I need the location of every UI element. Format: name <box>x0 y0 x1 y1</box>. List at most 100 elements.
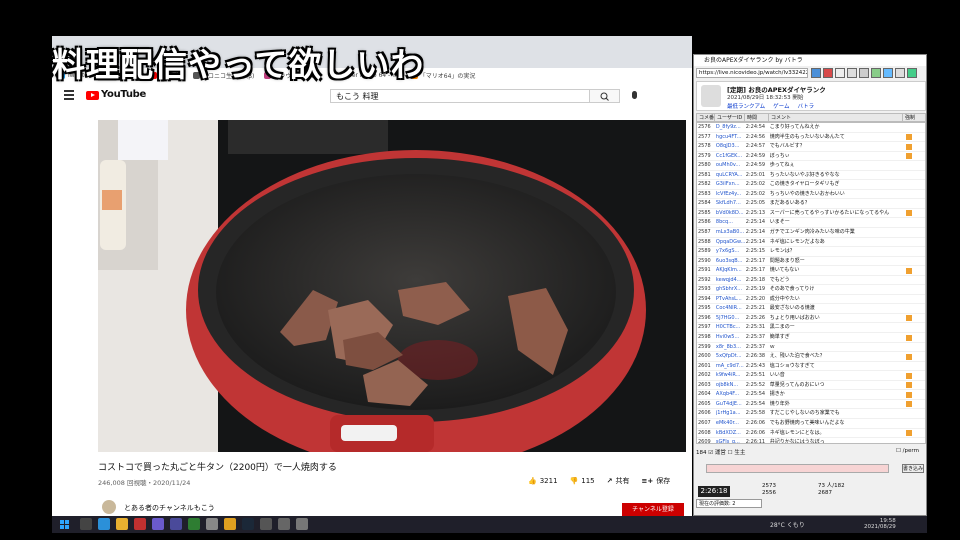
connect-icon[interactable] <box>811 68 821 78</box>
app-icon[interactable] <box>278 518 290 530</box>
comment-row[interactable]: 2607 eMk40r... 2:26:06 でもお野焼肉って美味いんだよな <box>697 419 925 429</box>
list-icon[interactable] <box>859 68 869 78</box>
status-select[interactable]: 現在の評価数: 2 <box>696 499 762 508</box>
comment-time: 2:25:14 <box>745 229 766 236</box>
windows-start-icon[interactable] <box>60 520 69 529</box>
taskbar-clock[interactable]: 19:58 2021/08/29 <box>864 518 896 530</box>
sound-icon[interactable] <box>895 68 905 78</box>
explorer-icon[interactable] <box>116 518 128 530</box>
comment-row[interactable]: 2588 QpqaDGw... 2:25:14 ネギ塩にレモンだよなあ <box>697 238 925 248</box>
comment-row[interactable]: 2585 bVd0k8D... 2:25:13 スーパーに売ってるやっすいかるたいにな… <box>697 209 925 219</box>
refresh-icon[interactable] <box>835 68 845 78</box>
comment-time: 2:25:37 <box>745 343 766 350</box>
dislike-button[interactable]: 👎 115 <box>570 477 595 485</box>
stop-icon[interactable] <box>823 68 833 78</box>
edge-icon[interactable] <box>98 518 110 530</box>
comment-row[interactable]: 2595 Coc4NIR... 2:25:21 最安ざないのる焼渡 <box>697 304 925 314</box>
comment-row[interactable]: 2594 PTvAhsL... 2:25:20 成分中やたい <box>697 295 925 305</box>
comment-row[interactable]: 2589 y7x6gS... 2:25:15 レモンは？ <box>697 247 925 257</box>
viewer-url-input[interactable]: https://live.nicovideo.jp/watch/lv332422… <box>696 68 808 78</box>
search-input[interactable]: もこう 料理 <box>330 89 590 103</box>
comment-row[interactable]: 2583 lcVfEz4y... 2:25:02 ちっちいやの焼きたいおかわいい <box>697 190 925 200</box>
column-header[interactable]: ユーザーID <box>715 114 745 121</box>
user-icon[interactable] <box>871 68 881 78</box>
comment-row[interactable]: 2597 H0CTBc... 2:25:31 黒ニまのー <box>697 323 925 334</box>
column-header[interactable]: コメ番 <box>697 114 715 121</box>
column-header[interactable]: 時間 <box>745 114 769 121</box>
flag-icon <box>906 210 913 217</box>
comment-row[interactable]: 2587 mLx3aB0... 2:25:14 ガチでエンギン肉冷みたいな味の牛業 <box>697 228 925 238</box>
comment-row[interactable]: 2584 SkfLdh7... 2:25:05 まだあるいある？ <box>697 199 925 209</box>
comment-row[interactable]: 2578 O8qJD3... 2:24:57 でもバルビす？ <box>697 142 925 152</box>
comment-row[interactable]: 2603 ojb8kN... 2:25:52 草量児ってんのおにいつ <box>697 381 925 391</box>
app-icon[interactable] <box>188 518 200 530</box>
comment-flag <box>903 257 925 266</box>
comment-row[interactable]: 2600 5xQfpDt... 2:26:38 え、残いた泊で食べた？ <box>697 352 925 362</box>
comment-post-area: 184 ☑ 運営 ☐ 生主 ☐ /perm 書き込み <box>696 448 926 480</box>
chrome-icon[interactable] <box>224 518 236 530</box>
subscribe-button[interactable]: チャンネル登録 <box>622 503 684 516</box>
comment-row[interactable]: 2580 ouMh0v... 2:24:59 歩ってねぇ <box>697 161 925 171</box>
community-link[interactable]: 最低ランクアム <box>727 102 765 110</box>
comment-row[interactable]: 2586 8bcq... 2:25:14 いまそー <box>697 218 925 229</box>
app-icon[interactable] <box>206 518 218 530</box>
game-link[interactable]: ゲーム <box>773 102 789 110</box>
save-button[interactable]: ≡+ 保存 <box>642 476 671 486</box>
comment-row[interactable]: 2602 k9fw4iR... 2:25:51 いい音 <box>697 371 925 381</box>
comment-row[interactable]: 2576 D_8fy9z... 2:24:54 こまり好ってんねえか <box>697 123 925 133</box>
column-header[interactable]: コメント <box>769 114 903 121</box>
comment-row[interactable]: 2581 quLCRYA... 2:25:01 ちったいないやぶ好きるやなな <box>697 171 925 181</box>
video-player[interactable] <box>98 120 686 452</box>
comment-row[interactable]: 2606 j1rHg1a... 2:25:58 すだこじやしないのち家業でも <box>697 409 925 419</box>
microphone-icon[interactable] <box>632 91 637 99</box>
comment-input[interactable] <box>706 464 889 473</box>
filter-icon[interactable] <box>883 68 893 78</box>
comment-flag <box>903 333 925 342</box>
app-icon[interactable] <box>152 518 164 530</box>
window-icon[interactable] <box>907 68 917 78</box>
comment-time: 2:25:54 <box>745 391 766 398</box>
comment-row[interactable]: 2590 6uo3sqB... 2:25:17 問題あまり怒ー <box>697 257 925 267</box>
search-app-icon[interactable] <box>80 518 92 530</box>
comment-row[interactable]: 2609 sGFJs_q... 2:26:11 弁記りかなにはうなぼっ <box>697 438 925 443</box>
comment-row[interactable]: 2593 ghSbhrX... 2:25:19 そのあで食ってりけ <box>697 285 925 295</box>
comment-row[interactable]: 2582 G3ilFxn... 2:25:02 この焼きタイヤロータギリもぎ <box>697 180 925 190</box>
youtube-logo-icon[interactable] <box>86 91 99 100</box>
app-icon[interactable] <box>260 518 272 530</box>
app-icon[interactable] <box>170 518 182 530</box>
user-link[interactable]: バトラ <box>797 102 814 110</box>
like-button[interactable]: 👍 3211 <box>528 477 558 485</box>
comment-row[interactable]: 2579 Cc1fGEK... 2:24:59 ぼっちぃ <box>697 152 925 162</box>
taskbar-weather[interactable]: 28°C くもり <box>770 520 805 529</box>
youtube-logo-text[interactable]: YouTube <box>101 89 146 100</box>
channel-name[interactable]: とある者のチャンネルもこう <box>124 503 215 513</box>
comment-text: 黒ニまのー <box>769 324 795 331</box>
share-button[interactable]: ↗ 共有 <box>607 476 630 486</box>
comment-row[interactable]: 2608 kBdXDZ... 2:26:06 ネギ塩レモンにとなは。 <box>697 429 925 439</box>
comment-row[interactable]: 2596 5J7HG0... 2:25:26 ちょとり用いばおおい <box>697 314 925 324</box>
comment-time: 2:24:59 <box>745 162 766 169</box>
comment-row[interactable]: 2604 AXqb4F... 2:25:54 揚きか <box>697 390 925 400</box>
comment-table[interactable]: 2576 D_8fy9z... 2:24:54 こまり好ってんねえか 2577 hgcu4… <box>696 122 926 444</box>
elapsed-time: 2:26:18 <box>698 486 730 497</box>
post-options[interactable]: 184 ☑ 運営 ☐ 生主 <box>696 448 745 456</box>
comment-time: 2:25:13 <box>745 209 766 216</box>
steam-icon[interactable] <box>242 518 254 530</box>
perm-checkbox[interactable]: ☐ /perm <box>896 448 919 454</box>
comment-row[interactable]: 2577 hgcu4FT... 2:24:56 焼肉半生のもったいないあんたて <box>697 133 925 143</box>
comment-row[interactable]: 2591 AKJqKIm... 2:25:17 焼いてもない <box>697 266 925 276</box>
comment-row[interactable]: 2599 x8r_8b3... 2:25:37 ｗ <box>697 343 925 353</box>
comment-row[interactable]: 2598 Hvi0w5... 2:25:37 簡単すぎ <box>697 333 925 343</box>
search-button[interactable] <box>590 89 620 103</box>
comment-row[interactable]: 2605 GuT4dJE... 2:25:54 焼り年外 <box>697 400 925 410</box>
app-icon[interactable] <box>134 518 146 530</box>
comment-text: 焼り年外 <box>769 400 790 407</box>
settings-icon[interactable] <box>847 68 857 78</box>
channel-avatar[interactable] <box>102 500 116 514</box>
hamburger-menu-icon[interactable] <box>64 90 74 100</box>
post-button[interactable]: 書き込み <box>902 464 924 473</box>
app-icon[interactable] <box>296 518 308 530</box>
comment-row[interactable]: 2601 mA_c9d7... 2:25:43 塩コショウなすぎて <box>697 362 925 372</box>
comment-row[interactable]: 2592 kewqjd4... 2:25:18 でもどう <box>697 276 925 286</box>
column-header[interactable]: 強制 <box>903 114 925 121</box>
